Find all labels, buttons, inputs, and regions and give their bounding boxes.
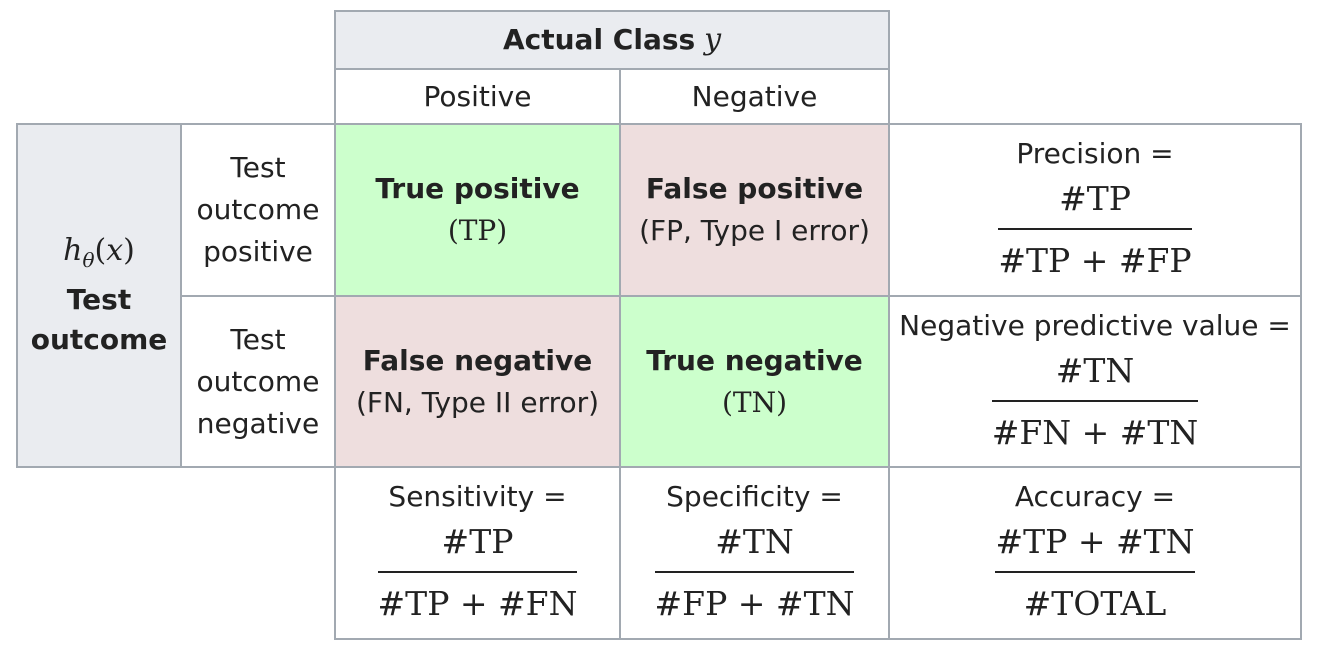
npv-fraction: #TN #FN + #TN bbox=[991, 346, 1199, 458]
accuracy-fraction: #TP + #TN #TOTAL bbox=[995, 517, 1195, 629]
true-positive-abbrev: (TP) bbox=[447, 214, 508, 247]
npv-label: Negative predictive value = bbox=[899, 308, 1291, 342]
actual-class-header: Actual Class y bbox=[334, 10, 890, 70]
precision-denominator: #TP + #FP bbox=[998, 241, 1192, 280]
specificity-numerator: #TN bbox=[715, 522, 794, 561]
specificity-cell: Specificity = #TN #FP + #TN bbox=[619, 466, 890, 640]
sensitivity-cell: Sensitivity = #TP #TP + #FN bbox=[334, 466, 621, 640]
false-negative-cell: False negative (FN, Type II error) bbox=[334, 295, 621, 468]
npv-numerator: #TN bbox=[1055, 350, 1135, 390]
precision-fraction: #TP #TP + #FP bbox=[998, 174, 1192, 286]
test-outcome-row-header: hθ(x) Test outcome bbox=[16, 123, 182, 468]
accuracy-cell: Accuracy = #TP + #TN #TOTAL bbox=[888, 466, 1302, 640]
false-negative-title: False negative bbox=[362, 343, 593, 377]
row-label-test-outcome-positive: Test outcome positive bbox=[180, 123, 336, 297]
row-label-line: negative bbox=[196, 406, 320, 440]
specificity-label: Specificity = bbox=[666, 480, 843, 513]
sensitivity-denominator: #TP + #FN bbox=[377, 584, 578, 623]
actual-class-label: Actual Class bbox=[502, 23, 696, 56]
npv-cell: Negative predictive value = #TN #FN + #T… bbox=[888, 295, 1302, 468]
row-label-line: outcome bbox=[196, 193, 320, 226]
row-label-line: positive bbox=[203, 235, 313, 268]
sensitivity-fraction: #TP #TP + #FN bbox=[377, 517, 578, 629]
precision-cell: Precision = #TP #TP + #FP bbox=[888, 123, 1302, 297]
accuracy-label: Accuracy = bbox=[1014, 480, 1176, 513]
row-label-line: Test bbox=[230, 151, 286, 184]
fraction-bar bbox=[991, 399, 1199, 402]
fraction-bar bbox=[998, 228, 1192, 230]
fraction-bar bbox=[377, 571, 578, 573]
column-header-negative: Negative bbox=[619, 68, 890, 125]
true-positive-cell: True positive (TP) bbox=[334, 123, 621, 297]
positive-label: Positive bbox=[423, 79, 532, 113]
true-negative-abbrev: (TN) bbox=[721, 385, 788, 419]
actual-class-variable: y bbox=[704, 22, 722, 57]
true-negative-cell: True negative (TN) bbox=[619, 295, 890, 468]
sensitivity-numerator: #TP bbox=[441, 522, 514, 561]
row-label-line: Test bbox=[230, 322, 286, 356]
test-outcome-title-line2: outcome bbox=[30, 323, 168, 356]
column-header-positive: Positive bbox=[334, 68, 621, 125]
false-positive-cell: False positive (FP, Type I error) bbox=[619, 123, 890, 297]
specificity-fraction: #TN #FP + #TN bbox=[654, 517, 855, 629]
true-positive-title: True positive bbox=[375, 172, 580, 205]
accuracy-numerator: #TP + #TN bbox=[995, 522, 1195, 561]
accuracy-denominator: #TOTAL bbox=[1023, 584, 1167, 623]
sensitivity-label: Sensitivity = bbox=[388, 480, 567, 513]
false-positive-title: False positive bbox=[645, 172, 864, 205]
fraction-bar bbox=[654, 571, 855, 573]
false-positive-abbrev: (FP, Type I error) bbox=[639, 214, 870, 247]
specificity-denominator: #FP + #TN bbox=[654, 584, 855, 623]
negative-label: Negative bbox=[691, 79, 818, 113]
false-negative-abbrev: (FN, Type II error) bbox=[355, 385, 600, 419]
hypothesis-symbol: hθ(x) bbox=[63, 233, 135, 272]
precision-label: Precision = bbox=[1016, 137, 1174, 170]
true-negative-title: True negative bbox=[646, 343, 863, 377]
precision-numerator: #TP bbox=[1059, 179, 1131, 218]
row-label-line: outcome bbox=[196, 364, 320, 398]
npv-denominator: #FN + #TN bbox=[991, 412, 1199, 452]
test-outcome-title-line1: Test bbox=[66, 283, 132, 316]
row-label-test-outcome-negative: Test outcome negative bbox=[180, 295, 336, 468]
fraction-bar bbox=[995, 571, 1195, 573]
